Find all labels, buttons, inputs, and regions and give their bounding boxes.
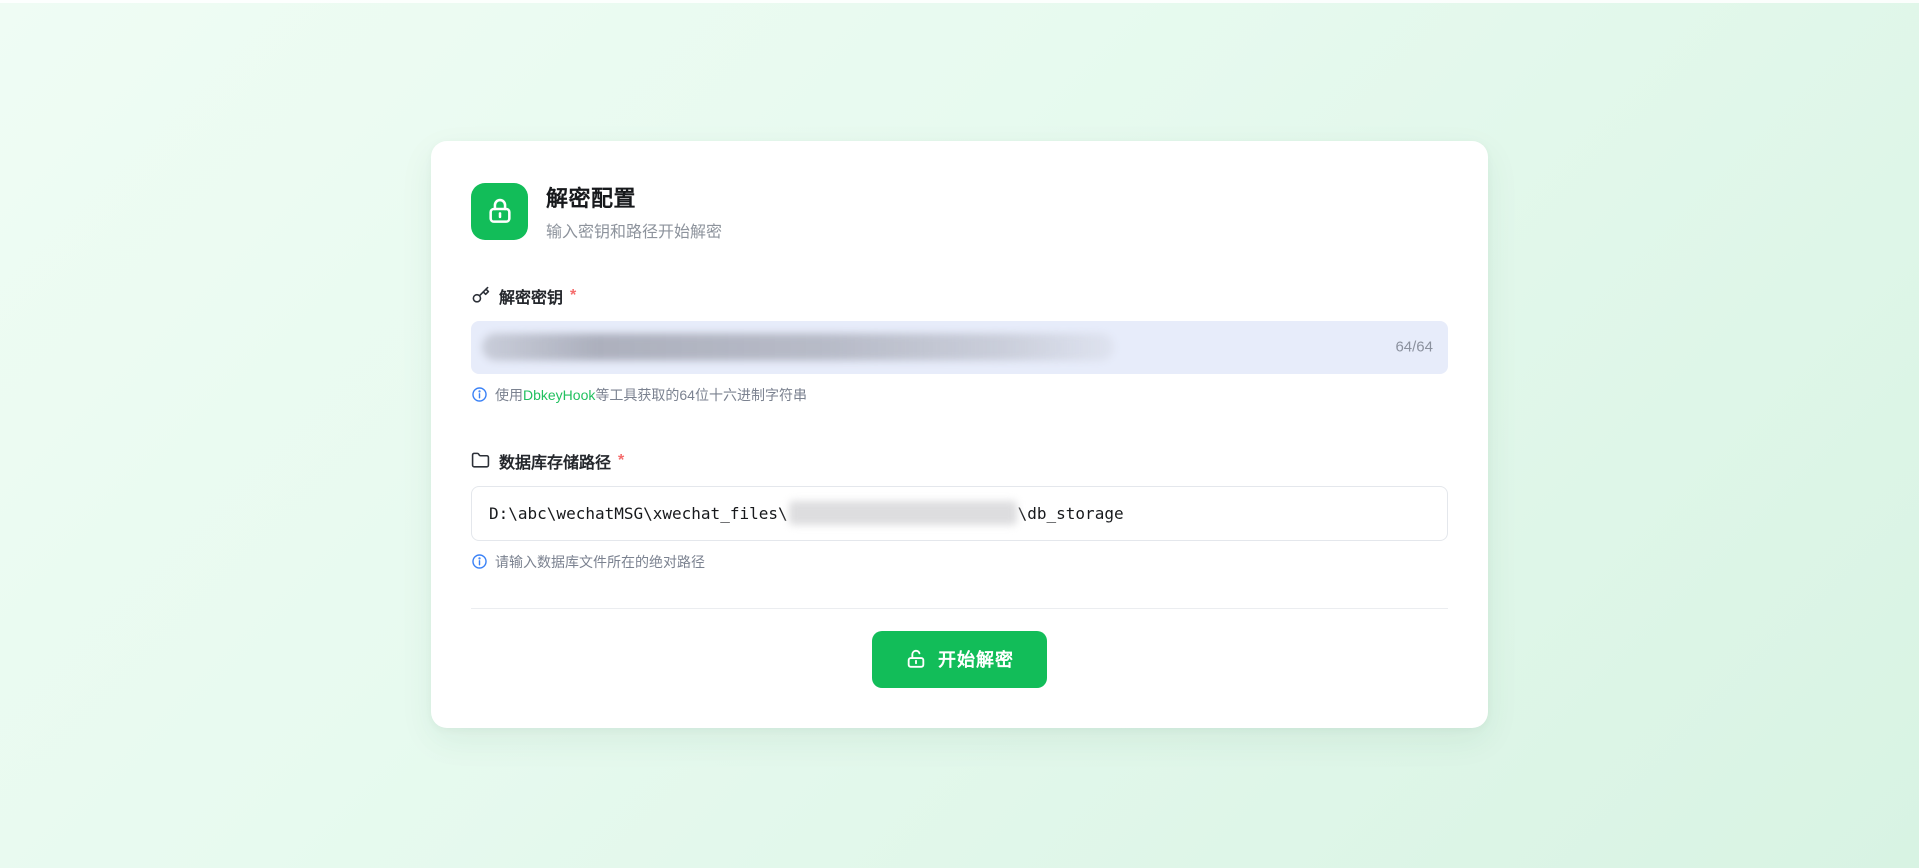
path-help-text: 请输入数据库文件所在的绝对路径 bbox=[495, 552, 705, 572]
info-icon bbox=[471, 386, 488, 403]
key-field-label: 解密密钥 * bbox=[471, 284, 1448, 308]
card-header: 解密配置 输入密钥和路径开始解密 bbox=[471, 181, 1448, 242]
decrypt-config-card: 解密配置 输入密钥和路径开始解密 解密密钥 * 64/64 使用Dbk bbox=[431, 141, 1488, 728]
path-field-label: 数据库存储路径 * bbox=[471, 449, 1448, 473]
header-text: 解密配置 输入密钥和路径开始解密 bbox=[546, 181, 722, 242]
divider bbox=[471, 608, 1448, 609]
key-field-label-text: 解密密钥 bbox=[499, 284, 563, 308]
redacted-path-segment bbox=[789, 501, 1017, 525]
unlock-icon bbox=[905, 648, 927, 670]
key-icon bbox=[471, 286, 490, 305]
page-title: 解密配置 bbox=[546, 181, 722, 213]
key-help-suffix: 等工具获取的64位十六进制字符串 bbox=[595, 387, 807, 403]
submit-area: 开始解密 bbox=[471, 631, 1448, 688]
redacted-key-value bbox=[482, 334, 1114, 361]
key-help-prefix: 使用 bbox=[495, 387, 523, 403]
key-help-text: 使用DbkeyHook等工具获取的64位十六进制字符串 bbox=[495, 385, 807, 405]
lock-icon bbox=[484, 195, 516, 227]
app-badge bbox=[471, 183, 528, 240]
key-length-counter: 64/64 bbox=[1395, 339, 1433, 356]
page-subtitle: 输入密钥和路径开始解密 bbox=[546, 218, 722, 242]
key-required-asterisk: * bbox=[570, 287, 576, 305]
path-required-asterisk: * bbox=[618, 452, 624, 470]
path-help-row: 请输入数据库文件所在的绝对路径 bbox=[471, 552, 1448, 572]
folder-icon bbox=[471, 451, 490, 470]
key-help-row: 使用DbkeyHook等工具获取的64位十六进制字符串 bbox=[471, 385, 1448, 405]
path-field-label-text: 数据库存储路径 bbox=[499, 449, 611, 473]
start-decrypt-button[interactable]: 开始解密 bbox=[872, 631, 1047, 688]
path-value-prefix: D:\abc\wechatMSG\xwechat_files\ bbox=[489, 504, 788, 523]
path-value-suffix: \db_storage bbox=[1018, 504, 1124, 523]
key-input[interactable]: 64/64 bbox=[471, 321, 1448, 374]
path-input[interactable]: D:\abc\wechatMSG\xwechat_files\ \db_stora… bbox=[471, 486, 1448, 541]
start-decrypt-label: 开始解密 bbox=[938, 646, 1014, 672]
page-top-edge bbox=[0, 0, 1919, 3]
dbkeyhook-link[interactable]: DbkeyHook bbox=[523, 387, 595, 403]
info-icon bbox=[471, 553, 488, 570]
